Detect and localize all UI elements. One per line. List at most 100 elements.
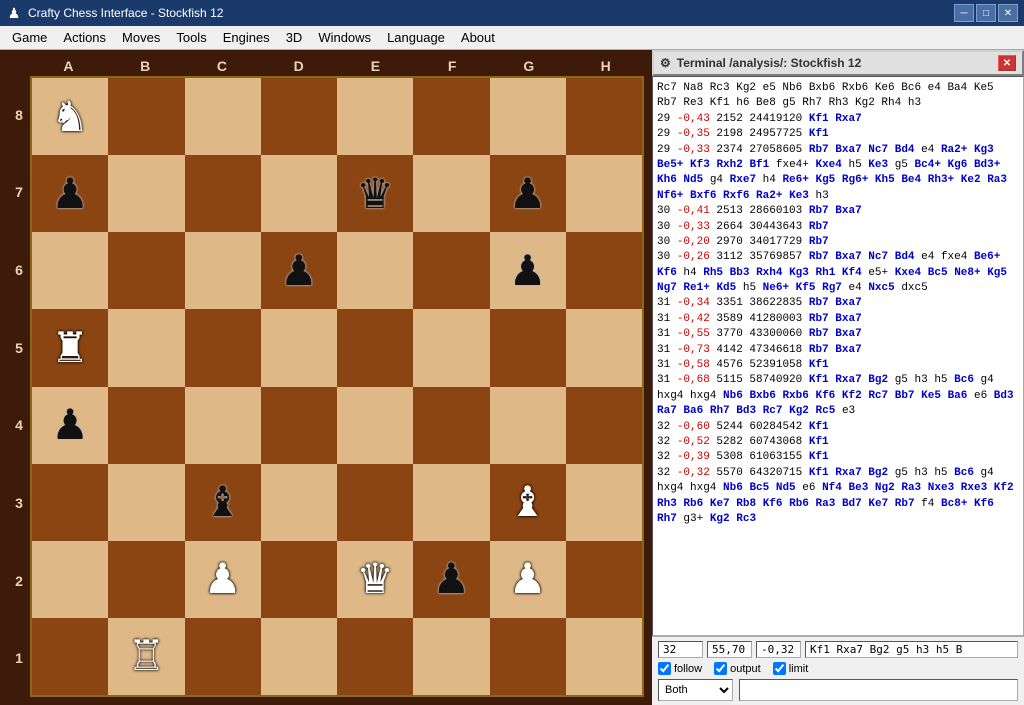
cell-0-7[interactable] [566, 78, 642, 155]
limit-checkbox[interactable] [773, 662, 786, 675]
cell-4-5[interactable] [413, 387, 489, 464]
both-input[interactable] [739, 679, 1018, 701]
output-label[interactable]: output [714, 662, 761, 675]
cell-6-3[interactable] [261, 541, 337, 618]
cell-4-7[interactable] [566, 387, 642, 464]
cell-6-6[interactable]: ♟ [490, 541, 566, 618]
cell-3-6[interactable] [490, 309, 566, 386]
piece-black-1-4[interactable]: ♛ [356, 173, 394, 215]
cell-7-3[interactable] [261, 618, 337, 695]
minimize-button[interactable]: ─ [954, 4, 974, 22]
terminal-output[interactable]: Rc7 Na8 Rc3 Kg2 e5 Nb6 Bxb6 Rxb6 Ke6 Bc6… [652, 76, 1024, 636]
menu-engines[interactable]: Engines [215, 28, 278, 47]
cell-7-5[interactable] [413, 618, 489, 695]
cell-1-5[interactable] [413, 155, 489, 232]
maximize-button[interactable]: □ [976, 4, 996, 22]
cell-7-2[interactable] [185, 618, 261, 695]
cell-0-4[interactable] [337, 78, 413, 155]
menu-actions[interactable]: Actions [55, 28, 114, 47]
cell-6-5[interactable]: ♟ [413, 541, 489, 618]
cell-5-7[interactable] [566, 464, 642, 541]
follow-checkbox[interactable] [658, 662, 671, 675]
eval-input[interactable] [756, 641, 801, 658]
cell-7-6[interactable] [490, 618, 566, 695]
piece-white-0-0[interactable]: ♞ [51, 96, 89, 138]
cell-4-6[interactable] [490, 387, 566, 464]
cell-2-3[interactable]: ♟ [261, 232, 337, 309]
cell-5-0[interactable] [32, 464, 108, 541]
output-checkbox[interactable] [714, 662, 727, 675]
cell-4-2[interactable] [185, 387, 261, 464]
cell-2-1[interactable] [108, 232, 184, 309]
cell-2-0[interactable] [32, 232, 108, 309]
cell-4-3[interactable] [261, 387, 337, 464]
cell-6-4[interactable]: ♛ [337, 541, 413, 618]
cell-3-7[interactable] [566, 309, 642, 386]
cell-2-4[interactable] [337, 232, 413, 309]
menu-game[interactable]: Game [4, 28, 55, 47]
cell-2-2[interactable] [185, 232, 261, 309]
cell-7-1[interactable]: ♖ [108, 618, 184, 695]
piece-white-6-2[interactable]: ♟ [204, 558, 242, 600]
cell-1-4[interactable]: ♛ [337, 155, 413, 232]
piece-black-5-2[interactable]: ♝ [204, 481, 242, 523]
menu-moves[interactable]: Moves [114, 28, 168, 47]
both-select[interactable]: Both White Black [658, 679, 733, 701]
piece-white-6-6[interactable]: ♟ [509, 558, 547, 600]
cell-3-5[interactable] [413, 309, 489, 386]
cell-4-4[interactable] [337, 387, 413, 464]
piece-black-1-6[interactable]: ♟ [509, 173, 547, 215]
cell-0-6[interactable] [490, 78, 566, 155]
cell-4-1[interactable] [108, 387, 184, 464]
cell-5-6[interactable]: ♝ [490, 464, 566, 541]
cell-2-6[interactable]: ♟ [490, 232, 566, 309]
moves-input[interactable] [805, 641, 1018, 658]
limit-label[interactable]: limit [773, 662, 809, 675]
cell-6-2[interactable]: ♟ [185, 541, 261, 618]
piece-white-7-1[interactable]: ♖ [128, 635, 166, 677]
cell-1-2[interactable] [185, 155, 261, 232]
cell-0-3[interactable] [261, 78, 337, 155]
cell-6-0[interactable] [32, 541, 108, 618]
cell-3-0[interactable]: ♜ [32, 309, 108, 386]
cell-2-5[interactable] [413, 232, 489, 309]
piece-black-4-0[interactable]: ♟ [51, 404, 89, 446]
piece-white-3-0[interactable]: ♜ [51, 327, 89, 369]
close-button[interactable]: ✕ [998, 4, 1018, 22]
cell-5-1[interactable] [108, 464, 184, 541]
cell-5-5[interactable] [413, 464, 489, 541]
cell-1-7[interactable] [566, 155, 642, 232]
piece-white-6-4[interactable]: ♛ [356, 558, 394, 600]
cell-3-3[interactable] [261, 309, 337, 386]
cell-1-6[interactable]: ♟ [490, 155, 566, 232]
cell-2-7[interactable] [566, 232, 642, 309]
cell-7-0[interactable] [32, 618, 108, 695]
cell-5-2[interactable]: ♝ [185, 464, 261, 541]
terminal-close-button[interactable]: ✕ [998, 55, 1016, 71]
cell-1-1[interactable] [108, 155, 184, 232]
cell-0-0[interactable]: ♞ [32, 78, 108, 155]
cell-6-1[interactable] [108, 541, 184, 618]
cell-6-7[interactable] [566, 541, 642, 618]
depth-input[interactable] [658, 641, 703, 658]
cell-7-7[interactable] [566, 618, 642, 695]
piece-black-2-3[interactable]: ♟ [280, 250, 318, 292]
menu-language[interactable]: Language [379, 28, 453, 47]
menu-windows[interactable]: Windows [310, 28, 379, 47]
cell-0-1[interactable] [108, 78, 184, 155]
cell-0-2[interactable] [185, 78, 261, 155]
piece-black-1-0[interactable]: ♟ [51, 173, 89, 215]
cell-7-4[interactable] [337, 618, 413, 695]
piece-white-5-6[interactable]: ♝ [509, 481, 547, 523]
cell-0-5[interactable] [413, 78, 489, 155]
piece-black-6-5[interactable]: ♟ [433, 558, 471, 600]
menu-tools[interactable]: Tools [168, 28, 214, 47]
cell-3-1[interactable] [108, 309, 184, 386]
menu-3d[interactable]: 3D [278, 28, 311, 47]
menu-about[interactable]: About [453, 28, 503, 47]
cell-4-0[interactable]: ♟ [32, 387, 108, 464]
cell-3-2[interactable] [185, 309, 261, 386]
cell-1-3[interactable] [261, 155, 337, 232]
cell-5-4[interactable] [337, 464, 413, 541]
follow-label[interactable]: follow [658, 662, 702, 675]
